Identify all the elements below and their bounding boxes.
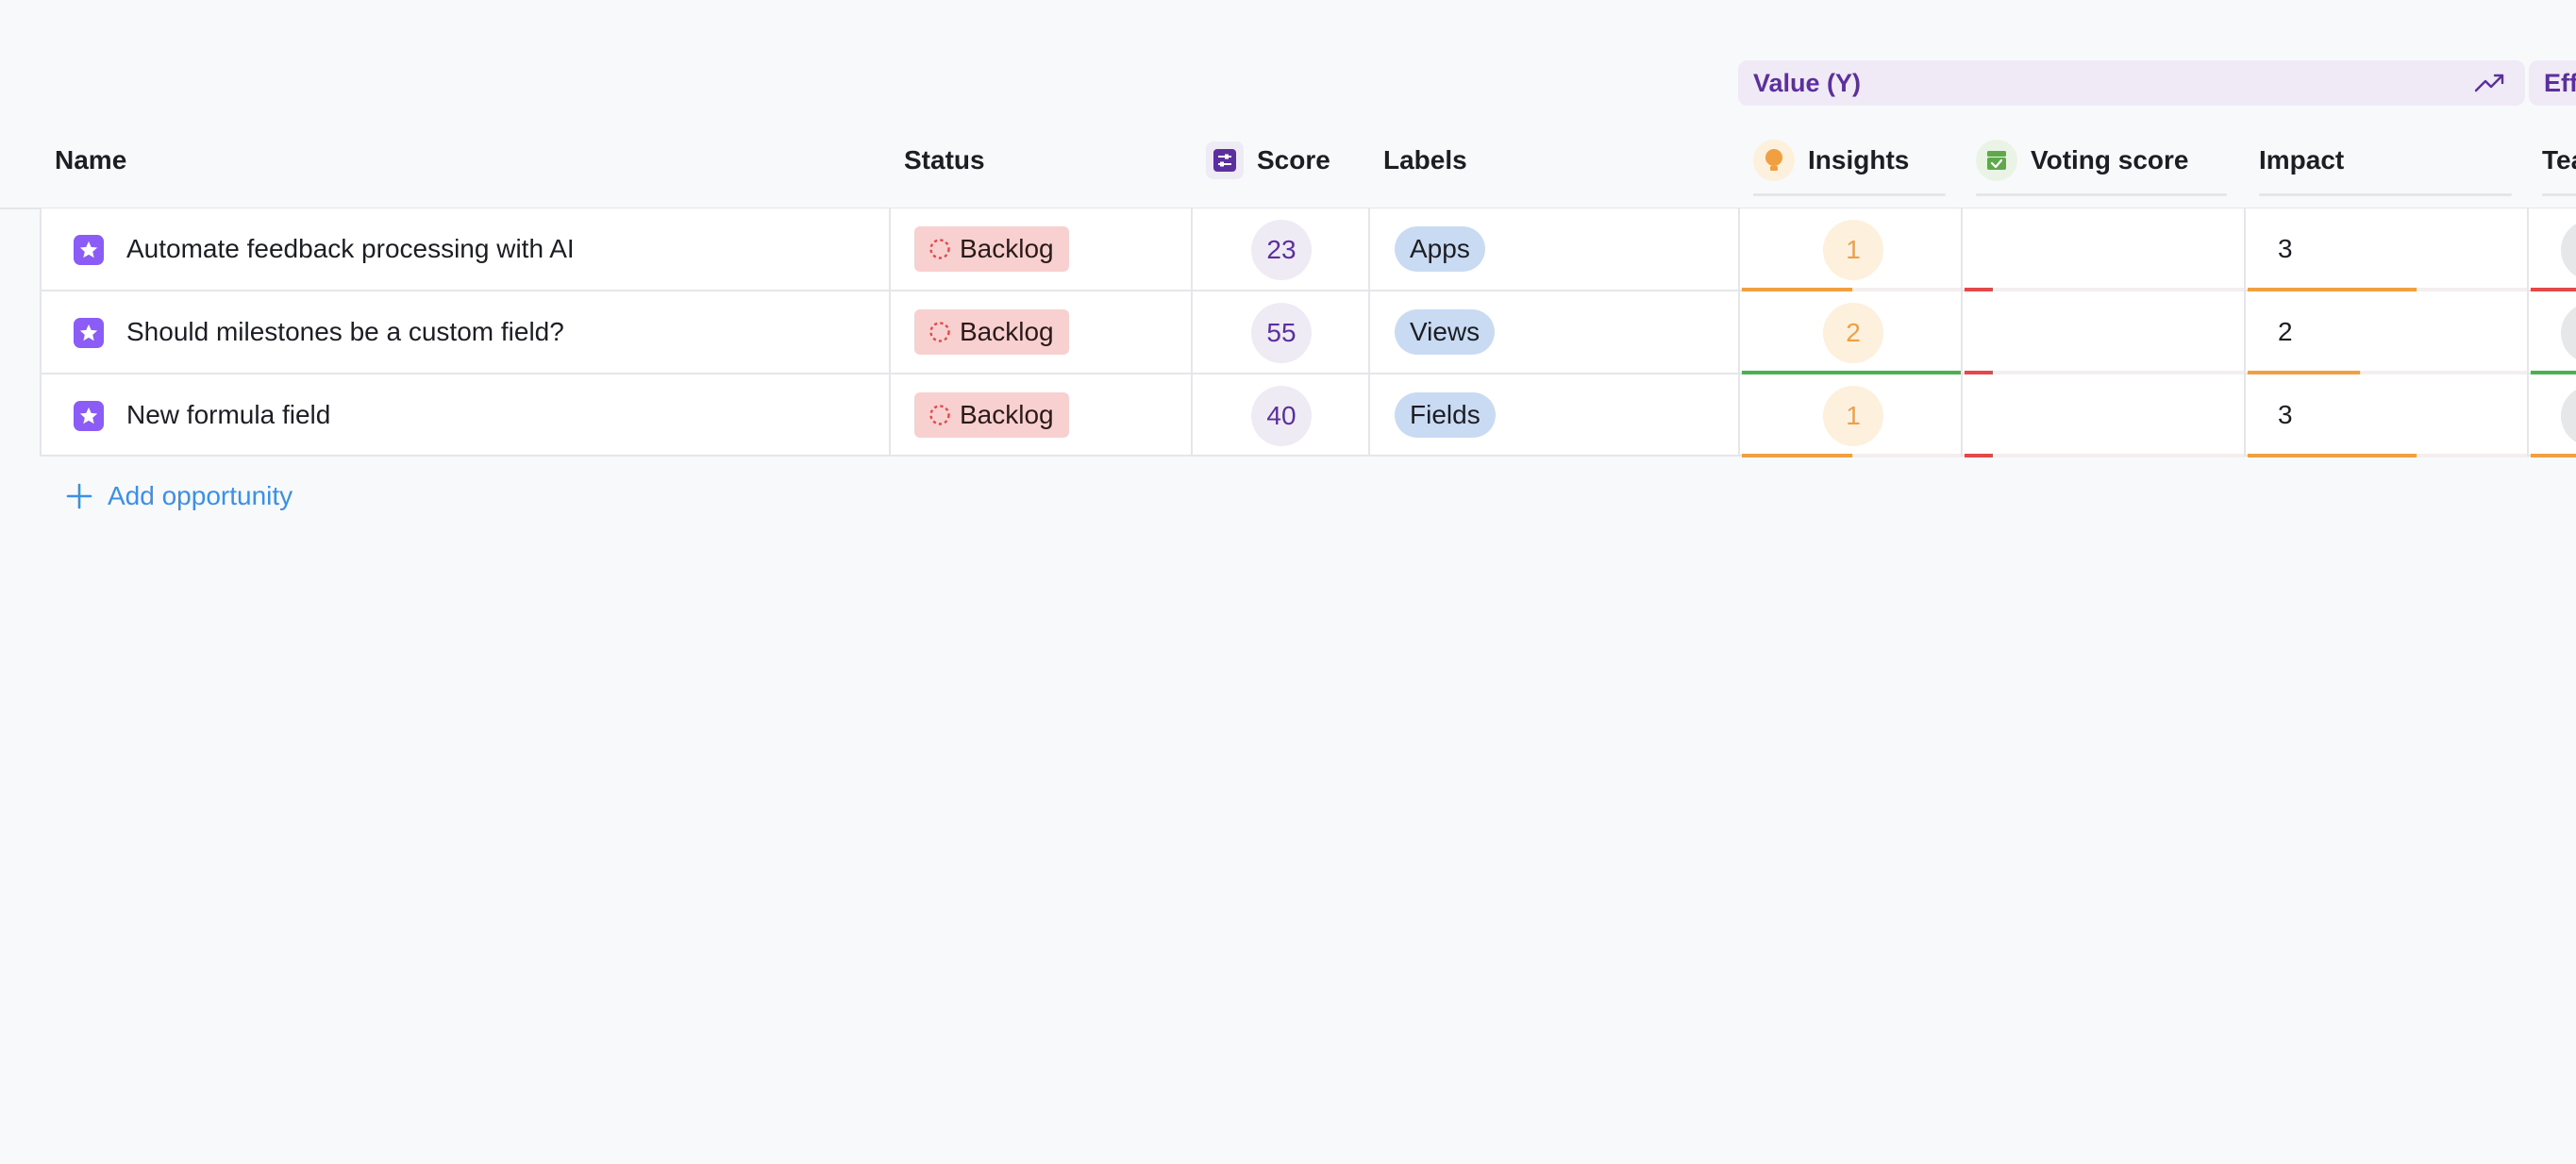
- column-score-label: Score: [1257, 145, 1330, 175]
- add-opportunity-label: Add opportunity: [108, 481, 293, 510]
- column-name-label: Name: [55, 145, 127, 175]
- ballot-box-icon: [1976, 140, 2017, 181]
- trending-up-icon: [2474, 74, 2504, 92]
- star-icon[interactable]: [74, 401, 104, 431]
- status-label: Backlog: [960, 234, 1054, 263]
- column-header-labels[interactable]: Labels: [1383, 132, 1467, 189]
- column-header-status[interactable]: Status: [904, 132, 985, 189]
- team-avatar[interactable]: [2561, 303, 2576, 363]
- label-chip[interactable]: Views: [1395, 309, 1496, 355]
- row-name[interactable]: New formula field: [126, 374, 330, 456]
- column-divider: [1191, 208, 1193, 457]
- voting-header-underline: [1976, 193, 2227, 196]
- row-name[interactable]: Should milestones be a custom field?: [126, 291, 564, 373]
- table-body: Automate feedback processing with AI Bac…: [40, 208, 2576, 457]
- column-divider: [1368, 208, 1370, 457]
- column-header-score[interactable]: Score: [1206, 132, 1330, 189]
- dashed-circle-icon: [929, 322, 950, 342]
- label-chip[interactable]: Fields: [1395, 392, 1496, 438]
- status-badge[interactable]: Backlog: [914, 392, 1069, 438]
- column-divider: [889, 208, 891, 457]
- table-row[interactable]: Automate feedback processing with AI Bac…: [42, 208, 2576, 291]
- team-bar-fill: [2531, 454, 2576, 457]
- lightbulb-icon: [1753, 140, 1795, 181]
- plus-icon: [66, 483, 92, 509]
- group-value-label: Value (Y): [1753, 68, 1862, 97]
- team-bar: [2531, 454, 2576, 457]
- insights-count[interactable]: 1: [1823, 220, 1883, 280]
- column-status-label: Status: [904, 145, 985, 175]
- group-effort-label: Effort (X): [2544, 68, 2576, 97]
- table-row[interactable]: New formula field Backlog 40 Fields 1 3: [42, 374, 2576, 457]
- impact-header-underline: [2259, 193, 2512, 196]
- insights-bar: [1742, 454, 1963, 457]
- impact-bar-fill: [2248, 454, 2417, 457]
- status-label: Backlog: [960, 317, 1054, 346]
- impact-value[interactable]: 2: [2278, 291, 2293, 373]
- star-icon[interactable]: [74, 235, 104, 265]
- column-insights-label: Insights: [1808, 145, 1910, 175]
- column-labels-label: Labels: [1383, 145, 1467, 175]
- voting-bar-fill: [1965, 454, 1993, 457]
- column-voting-score-label: Voting score: [2031, 145, 2189, 175]
- team-header-underline: [2542, 193, 2576, 196]
- team-avatar[interactable]: [2561, 386, 2576, 446]
- group-header-effort[interactable]: Effort (X): [2529, 60, 2576, 106]
- insights-bar-fill: [1742, 454, 1852, 457]
- insights-count[interactable]: 2: [1823, 303, 1883, 363]
- column-impact-label: Impact: [2259, 145, 2345, 175]
- dashed-circle-icon: [929, 405, 950, 425]
- column-header-insights[interactable]: Insights: [1753, 132, 1909, 189]
- impact-value[interactable]: 3: [2278, 208, 2293, 290]
- column-team-label: Team: [2542, 145, 2576, 175]
- row-name[interactable]: Automate feedback processing with AI: [126, 208, 575, 290]
- score-value[interactable]: 23: [1251, 220, 1312, 280]
- status-badge[interactable]: Backlog: [914, 309, 1069, 355]
- status-badge[interactable]: Backlog: [914, 226, 1069, 272]
- score-value[interactable]: 40: [1251, 386, 1312, 446]
- column-divider: [2244, 208, 2246, 457]
- status-label: Backlog: [960, 400, 1054, 429]
- column-divider: [2527, 208, 2529, 457]
- column-divider: [1961, 208, 1963, 457]
- sliders-icon: [1206, 141, 1244, 179]
- column-header-impact[interactable]: Impact: [2259, 132, 2344, 189]
- impact-bar: [2248, 454, 2529, 457]
- impact-value[interactable]: 3: [2278, 374, 2293, 456]
- insights-count[interactable]: 1: [1823, 386, 1883, 446]
- voting-bar: [1965, 454, 2246, 457]
- score-value[interactable]: 55: [1251, 303, 1312, 363]
- label-chip[interactable]: Apps: [1395, 226, 1485, 272]
- group-header-value[interactable]: Value (Y): [1738, 60, 2525, 106]
- team-avatar[interactable]: [2561, 220, 2576, 280]
- opportunities-table-view: Value (Y) Effort (X) Name Status Score L…: [0, 0, 2576, 1164]
- star-icon[interactable]: [74, 318, 104, 348]
- dashed-circle-icon: [929, 239, 950, 259]
- insights-header-underline: [1753, 193, 1946, 196]
- column-header-voting-score[interactable]: Voting score: [1976, 132, 2189, 189]
- add-opportunity-button[interactable]: Add opportunity: [66, 477, 293, 515]
- column-header-team[interactable]: Team: [2542, 132, 2576, 189]
- column-header-name[interactable]: Name: [55, 132, 126, 189]
- table-row[interactable]: Should milestones be a custom field? Bac…: [42, 291, 2576, 374]
- column-divider: [1738, 208, 1740, 457]
